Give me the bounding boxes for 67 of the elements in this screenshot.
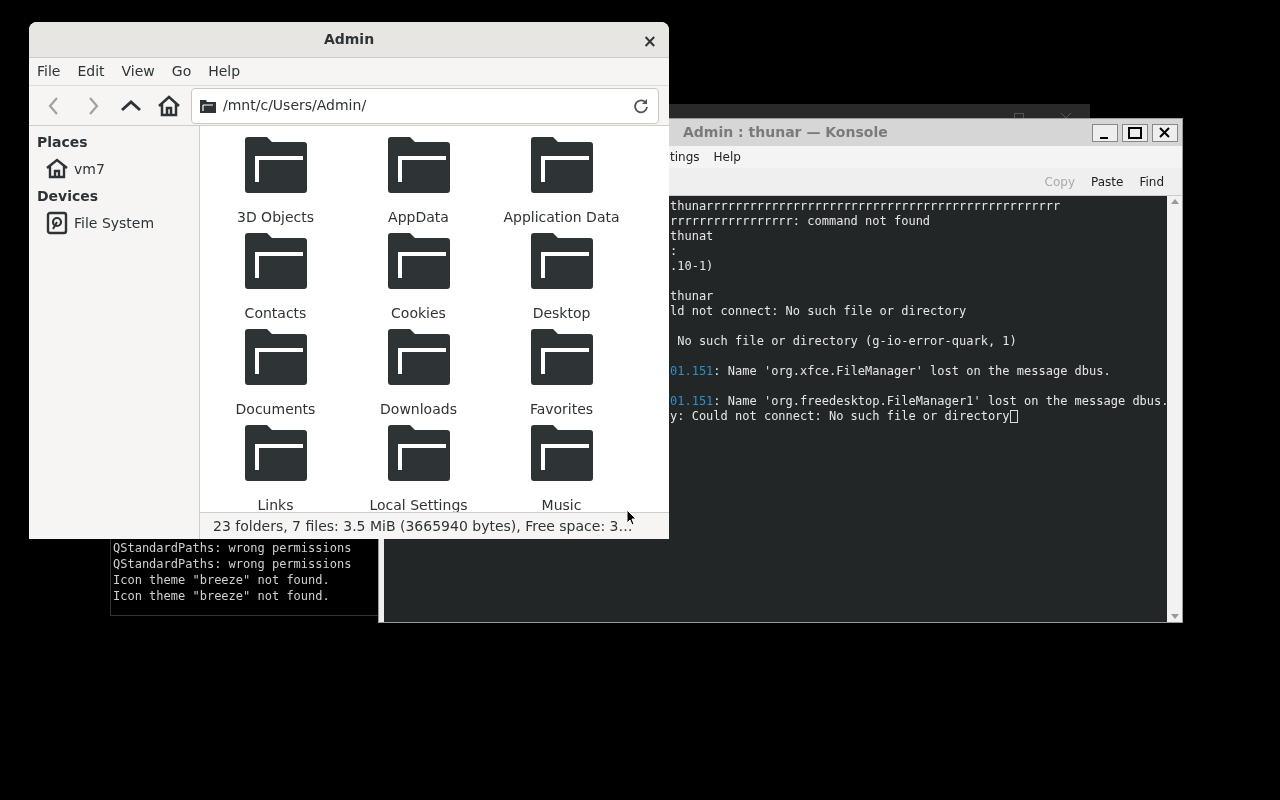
folder-item[interactable]: Contacts <box>204 232 347 328</box>
terminal-line: ld not connect: No such file or directory <box>670 304 967 319</box>
menu-item[interactable]: Edit <box>77 61 105 82</box>
terminal-line: y: Could not connect: No such file or directory <box>670 409 1010 424</box>
terminal-line: 01.151: Name 'org.xfce.FileManager' lost on the message dbus. <box>670 364 1111 379</box>
scroll-down-icon[interactable] <box>1170 614 1179 620</box>
folder-icon <box>242 136 309 194</box>
menu-item[interactable]: Help <box>208 61 241 82</box>
terminal-line: 01.151: Name 'org.freedesktop.FileManager1' lost on the message dbus. <box>670 394 1167 409</box>
folder-item[interactable]: Local Settings <box>347 424 490 512</box>
folder-icon <box>242 328 309 386</box>
maximize-button[interactable] <box>1122 124 1148 142</box>
folder-icon <box>385 136 452 194</box>
path-field[interactable]: /mnt/c/Users/Admin/ <box>191 87 659 124</box>
menu-item[interactable]: tings <box>670 148 700 166</box>
window-title: Admin <box>323 30 375 49</box>
terminal-line: QStandardPaths: wrong permissions <box>113 540 353 556</box>
folder-item[interactable]: Favorites <box>490 328 633 424</box>
folder-icon <box>200 98 216 113</box>
drive-icon <box>45 211 69 235</box>
menu-item[interactable]: View <box>121 61 155 82</box>
sidebar-item[interactable]: vm7 <box>37 154 199 184</box>
folder-item[interactable]: Desktop <box>490 232 633 328</box>
folder-icon <box>528 136 595 194</box>
terminal-line: .10-1) <box>670 259 714 274</box>
folder-item[interactable]: AppData <box>347 136 490 232</box>
folder-icon <box>528 328 595 386</box>
terminal-line: QStandardPaths: wrong permissions <box>113 556 353 572</box>
home-icon <box>45 157 69 181</box>
close-button[interactable]: × <box>642 29 657 55</box>
toolbar-button[interactable]: Paste <box>1091 172 1124 191</box>
status-bar: 23 folders, 7 files: 3.5 MiB (3665940 bytes), Free space: 3… <box>200 512 669 539</box>
folder-item[interactable]: Cookies <box>347 232 490 328</box>
terminal-line: Icon theme "breeze" not found. <box>113 572 331 588</box>
menu-item[interactable]: Help <box>713 148 741 166</box>
folder-icon <box>528 232 595 290</box>
window-title: Admin : thunar — Konsole <box>683 123 888 142</box>
terminal-line: thunat <box>670 229 714 244</box>
section-heading: Devices <box>37 187 100 206</box>
folder-icon <box>385 424 452 482</box>
folder-item[interactable]: 3D Objects <box>204 136 347 232</box>
folder-icon <box>242 232 309 290</box>
terminal-line: No such file or directory (g-io-error-quark, 1) <box>676 334 1017 349</box>
maximize-icon[interactable] <box>1126 125 1144 141</box>
terminal-line: rrrrrrrrrrrrrrrrr: command not found <box>670 214 931 229</box>
folder-item[interactable]: Music <box>490 424 633 512</box>
terminal-line: Icon theme "breeze" not found. <box>113 588 331 604</box>
sidebar-item[interactable]: File System <box>37 208 199 238</box>
terminal-line: : <box>670 244 678 259</box>
folder-item[interactable]: Application Data <box>490 136 633 232</box>
folder-icon <box>528 424 595 482</box>
folder-item[interactable]: Downloads <box>347 328 490 424</box>
minimize-button[interactable] <box>1092 124 1118 142</box>
close-button[interactable] <box>1152 124 1178 142</box>
folder-icon <box>385 232 452 290</box>
maximize-icon[interactable] <box>1014 113 1024 120</box>
scroll-up-icon[interactable] <box>1170 198 1179 204</box>
folder-icon <box>385 328 452 386</box>
folder-item[interactable]: Links <box>204 424 347 512</box>
terminal-line: thunarrrrrrrrrrrrrrrrrrrrrrrrrrrrrrrrrrrrrrrrrrrrrrrrr <box>670 199 1061 214</box>
menu-item[interactable]: Go <box>171 61 192 82</box>
terminal-line: thunar <box>670 289 714 304</box>
folder-item[interactable]: Documents <box>204 328 347 424</box>
folder-icon <box>242 424 309 482</box>
section-heading: Places <box>37 133 89 152</box>
toolbar-button[interactable]: Find <box>1139 172 1164 191</box>
menu-item[interactable]: File <box>37 61 61 82</box>
